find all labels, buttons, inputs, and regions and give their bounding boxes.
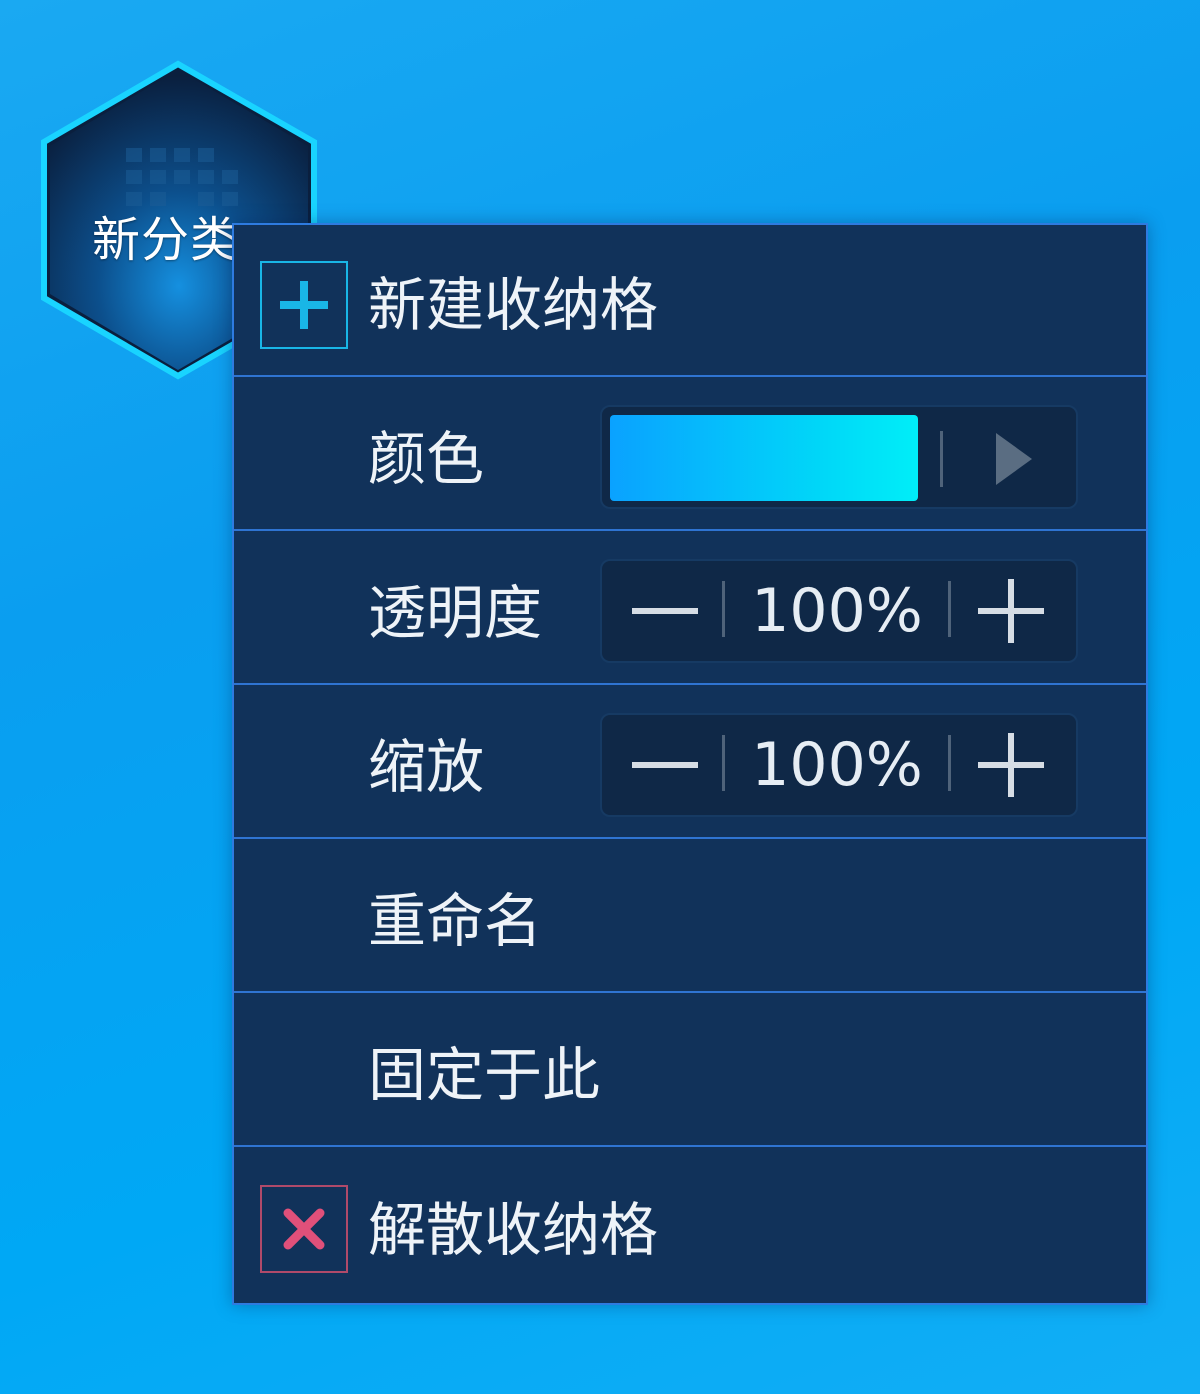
plus-icon	[978, 733, 1044, 797]
context-menu: 新建收纳格 颜色 透明度 100% 缩放 100% 重命名 固定于此 解散收纳格	[232, 223, 1148, 1305]
opacity-decrease-button[interactable]	[602, 561, 722, 661]
color-picker[interactable]	[600, 405, 1078, 509]
menu-item-color: 颜色	[234, 379, 1146, 531]
opacity-stepper: 100%	[600, 559, 1078, 663]
menu-item-opacity: 透明度 100%	[234, 533, 1146, 685]
color-swatch[interactable]	[610, 415, 918, 501]
rename-label: 重命名	[368, 887, 543, 955]
menu-item-dissolve[interactable]: 解散收纳格	[234, 1149, 1146, 1301]
minus-icon	[632, 608, 698, 614]
scale-divider-right	[948, 735, 951, 791]
menu-item-scale: 缩放 100%	[234, 687, 1146, 839]
opacity-label: 透明度	[368, 579, 543, 647]
pin-label: 固定于此	[368, 1041, 601, 1109]
scale-decrease-button[interactable]	[602, 715, 722, 815]
minus-icon	[632, 762, 698, 768]
scale-label: 缩放	[368, 733, 485, 801]
opacity-value: 100%	[751, 576, 923, 646]
scale-value: 100%	[751, 730, 923, 800]
scale-increase-button[interactable]	[956, 715, 1076, 815]
menu-item-pin[interactable]: 固定于此	[234, 995, 1146, 1147]
scale-divider-left	[722, 735, 725, 791]
color-label: 颜色	[368, 425, 485, 493]
close-icon	[260, 1185, 348, 1273]
plus-icon	[260, 261, 348, 349]
opacity-increase-button[interactable]	[956, 561, 1076, 661]
menu-item-rename[interactable]: 重命名	[234, 841, 1146, 993]
color-divider	[940, 431, 943, 487]
opacity-divider-left	[722, 581, 725, 637]
opacity-divider-right	[948, 581, 951, 637]
category-name: 新分类	[92, 212, 240, 268]
triangle-right-icon	[996, 433, 1032, 485]
scale-stepper: 100%	[600, 713, 1078, 817]
plus-icon	[978, 579, 1044, 643]
new-box-label: 新建收纳格	[368, 271, 659, 339]
color-expand-button[interactable]	[982, 425, 1042, 493]
dissolve-label: 解散收纳格	[368, 1196, 659, 1264]
menu-item-new-box[interactable]: 新建收纳格	[234, 225, 1146, 377]
